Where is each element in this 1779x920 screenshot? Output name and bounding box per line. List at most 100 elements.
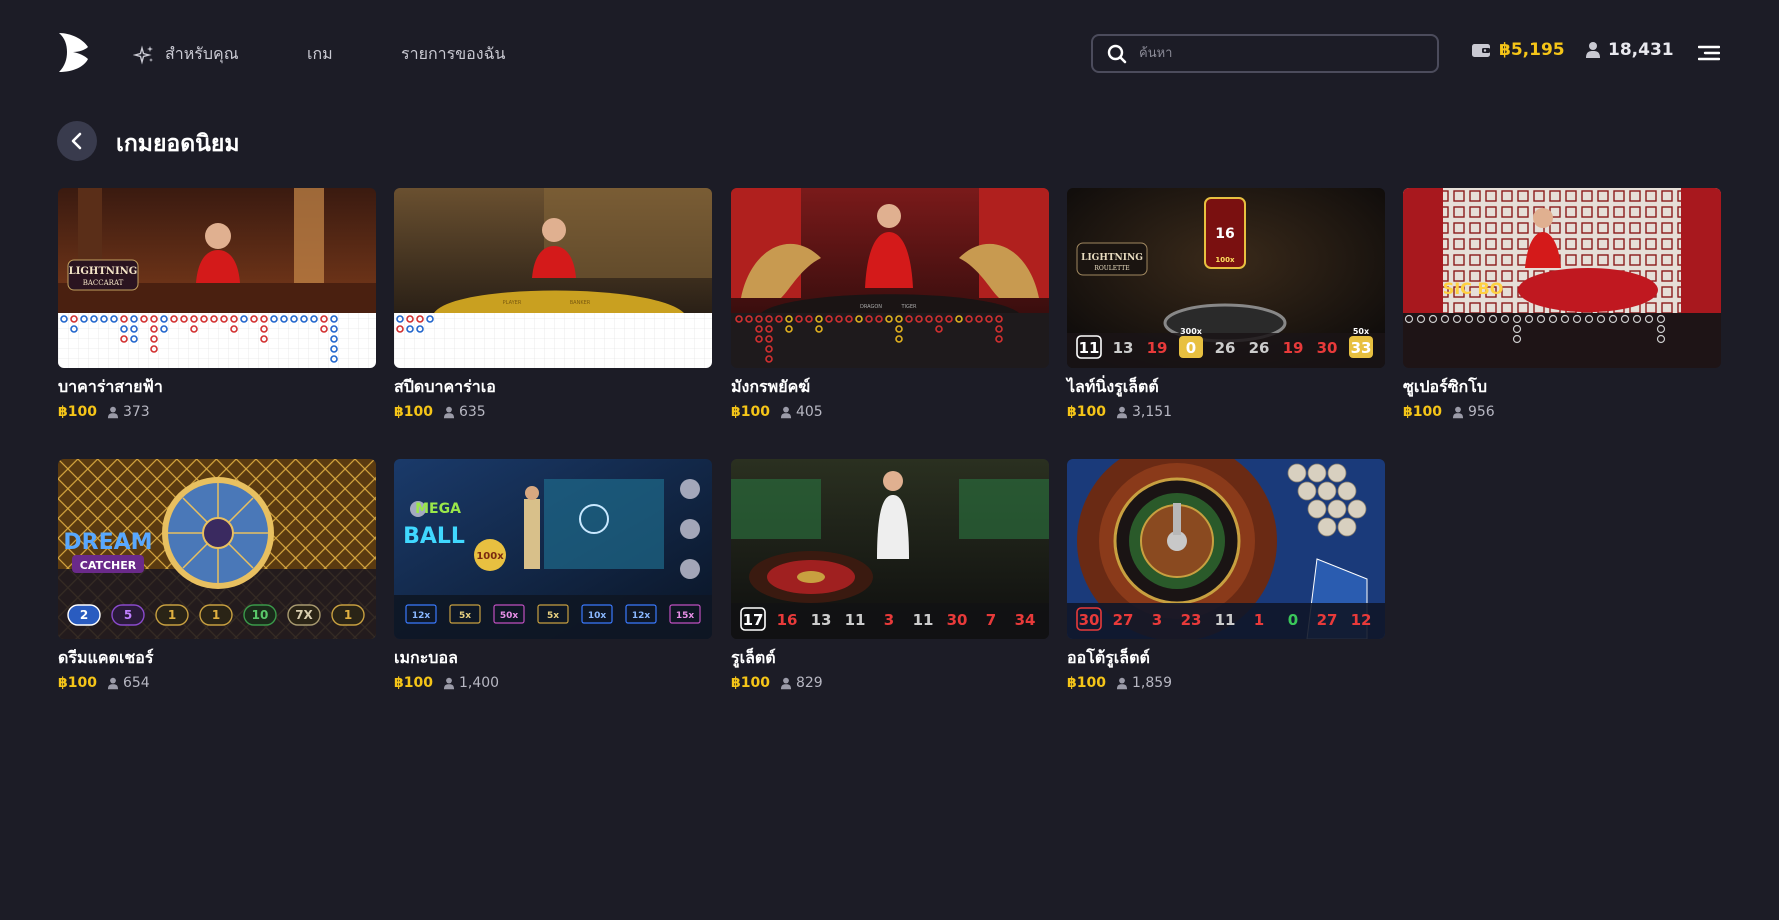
player-count: 3,151 xyxy=(1116,404,1172,420)
game-thumbnail[interactable]: DREAM CATCHER 2 5 1 1 10 7X 1 xyxy=(58,459,376,639)
search-icon xyxy=(1107,44,1127,63)
result-number: 13 xyxy=(1113,339,1134,357)
result-multiplier: 12x xyxy=(632,611,651,621)
player-count: 956 xyxy=(1452,404,1495,420)
result-multiplier: 12x xyxy=(412,611,431,621)
user-icon xyxy=(780,406,792,418)
user-icon xyxy=(107,406,119,418)
thumb-title-text: LIGHTNING xyxy=(69,266,138,277)
thumb-multiplier-text: 100x xyxy=(476,551,504,562)
player-count: 405 xyxy=(780,404,823,420)
result-segment: 7X xyxy=(295,608,313,622)
result-number: 19 xyxy=(1283,339,1304,357)
top-bar: สำหรับคุณ เกม รายการของฉัน ฿5,195 18,431 xyxy=(0,0,1779,106)
player-count-value: 1,400 xyxy=(458,675,500,691)
player-count-value: 405 xyxy=(795,404,823,420)
result-number: 27 xyxy=(1113,611,1134,629)
chevron-left-icon xyxy=(71,132,82,150)
result-multiplier: 5x xyxy=(547,611,559,621)
result-number: 3 xyxy=(1152,611,1162,629)
game-thumbnail[interactable]: LIGHTNING BACCARAT xyxy=(58,188,376,368)
online-players: 18,431 xyxy=(1585,40,1674,60)
game-card-dream-catcher[interactable]: DREAM CATCHER 2 5 1 1 10 7X 1 ดรีมแคตเชอ… xyxy=(58,459,376,691)
search-box[interactable] xyxy=(1091,34,1439,73)
result-number: 27 xyxy=(1317,611,1338,629)
result-number: 11 xyxy=(1215,611,1236,629)
player-count: 635 xyxy=(443,404,486,420)
game-meta: ฿100 3,151 xyxy=(1067,404,1385,420)
game-card-super-sic-bo[interactable]: SIC BO ซูเปอร์ซิกโบ ฿100 956 xyxy=(1403,188,1721,420)
game-name: ซูเปอร์ซิกโบ xyxy=(1403,377,1487,396)
game-meta: ฿100 829 xyxy=(731,675,1049,691)
game-card-auto-roulette[interactable]: 30 27 3 23 11 1 0 27 12 ออโต้รูเล็ตต์ ฿1… xyxy=(1067,459,1385,691)
thumb-lightning-multiplier: 100x xyxy=(1215,256,1235,264)
user-icon xyxy=(443,406,455,418)
search-input[interactable] xyxy=(1139,46,1419,61)
player-count-value: 829 xyxy=(795,675,823,691)
brand-logo-icon[interactable] xyxy=(57,31,91,73)
player-count: 1,400 xyxy=(443,675,499,691)
player-count-value: 654 xyxy=(122,675,150,691)
game-card-speed-baccarat-a[interactable]: PLAYER BANKER สปีดบาคาร่าเอ ฿100 635 xyxy=(394,188,712,420)
game-meta: ฿100 405 xyxy=(731,404,1049,420)
nav-my-list[interactable]: รายการของฉัน xyxy=(401,42,505,67)
wallet-balance[interactable]: ฿5,195 xyxy=(1471,40,1565,60)
game-thumbnail[interactable]: 30 27 3 23 11 1 0 27 12 xyxy=(1067,459,1385,639)
game-name: บาคาร่าสายฟ้า xyxy=(58,377,163,396)
result-number: 30 xyxy=(1079,611,1100,629)
result-number: 13 xyxy=(811,611,832,629)
back-button[interactable] xyxy=(57,121,97,161)
game-thumbnail[interactable]: 17 16 13 11 3 11 30 7 34 xyxy=(731,459,1049,639)
min-stake: ฿100 xyxy=(731,404,770,420)
result-number: 34 xyxy=(1015,611,1036,629)
result-multiplier: 15x xyxy=(676,611,695,621)
result-number: 0 xyxy=(1288,611,1298,629)
thumb-title-text: DREAM xyxy=(63,530,152,555)
player-count: 654 xyxy=(107,675,150,691)
game-meta: ฿100 635 xyxy=(394,404,712,420)
nav-for-you[interactable]: สำหรับคุณ xyxy=(133,42,239,67)
game-name: เมกะบอล xyxy=(394,648,458,667)
result-number: 16 xyxy=(777,611,798,629)
result-number: 12 xyxy=(1351,611,1372,629)
result-segment: 2 xyxy=(80,608,88,622)
game-card-dragon-tiger[interactable]: DRAGON TIGER มังกรพยัคฆ์ ฿100 405 xyxy=(731,188,1049,420)
result-segment: 1 xyxy=(212,608,220,622)
game-name: รูเล็ตต์ xyxy=(731,648,776,667)
sparkle-icon xyxy=(133,44,153,65)
result-segment: 10 xyxy=(252,608,269,622)
wallet-balance-value: ฿5,195 xyxy=(1499,40,1565,60)
user-icon xyxy=(443,677,455,689)
game-card-lightning-roulette[interactable]: 16 100x LIGHTNING ROULETTE 300x 50x 11 1… xyxy=(1067,188,1385,420)
result-segment: 1 xyxy=(344,608,352,622)
player-count-value: 956 xyxy=(1467,404,1495,420)
user-icon xyxy=(107,677,119,689)
thumb-subtitle-text: BACCARAT xyxy=(83,279,124,287)
game-card-mega-ball[interactable]: MEGA BALL 100x 12x 5x 50x 5x 10x 12x 15x… xyxy=(394,459,712,691)
thumb-title-text: LIGHTNING xyxy=(1081,253,1143,263)
nav-games[interactable]: เกม xyxy=(307,42,333,67)
user-icon xyxy=(1452,406,1464,418)
game-thumbnail[interactable]: MEGA BALL 100x 12x 5x 50x 5x 10x 12x 15x xyxy=(394,459,712,639)
game-thumbnail[interactable]: 16 100x LIGHTNING ROULETTE 300x 50x 11 1… xyxy=(1067,188,1385,368)
game-thumbnail[interactable]: SIC BO xyxy=(1403,188,1721,368)
result-number: 19 xyxy=(1147,339,1168,357)
result-number: 11 xyxy=(1079,339,1100,357)
player-count-value: 373 xyxy=(122,404,150,420)
result-segment: 1 xyxy=(168,608,176,622)
user-icon xyxy=(780,677,792,689)
player-count: 1,859 xyxy=(1116,675,1172,691)
game-card-roulette[interactable]: 17 16 13 11 3 11 30 7 34 รูเล็ตต์ ฿100 8… xyxy=(731,459,1049,691)
result-number: 30 xyxy=(947,611,968,629)
game-meta: ฿100 373 xyxy=(58,404,376,420)
game-thumbnail[interactable]: DRAGON TIGER xyxy=(731,188,1049,368)
game-card-lightning-baccarat[interactable]: LIGHTNING BACCARAT บาคาร่าสายฟ้า ฿100 37… xyxy=(58,188,376,420)
result-number: 11 xyxy=(913,611,934,629)
min-stake: ฿100 xyxy=(1403,404,1442,420)
min-stake: ฿100 xyxy=(394,675,433,691)
min-stake: ฿100 xyxy=(1067,404,1106,420)
player-count-value: 635 xyxy=(458,404,486,420)
menu-icon[interactable] xyxy=(1698,44,1720,62)
game-thumbnail[interactable]: PLAYER BANKER xyxy=(394,188,712,368)
min-stake: ฿100 xyxy=(58,404,97,420)
